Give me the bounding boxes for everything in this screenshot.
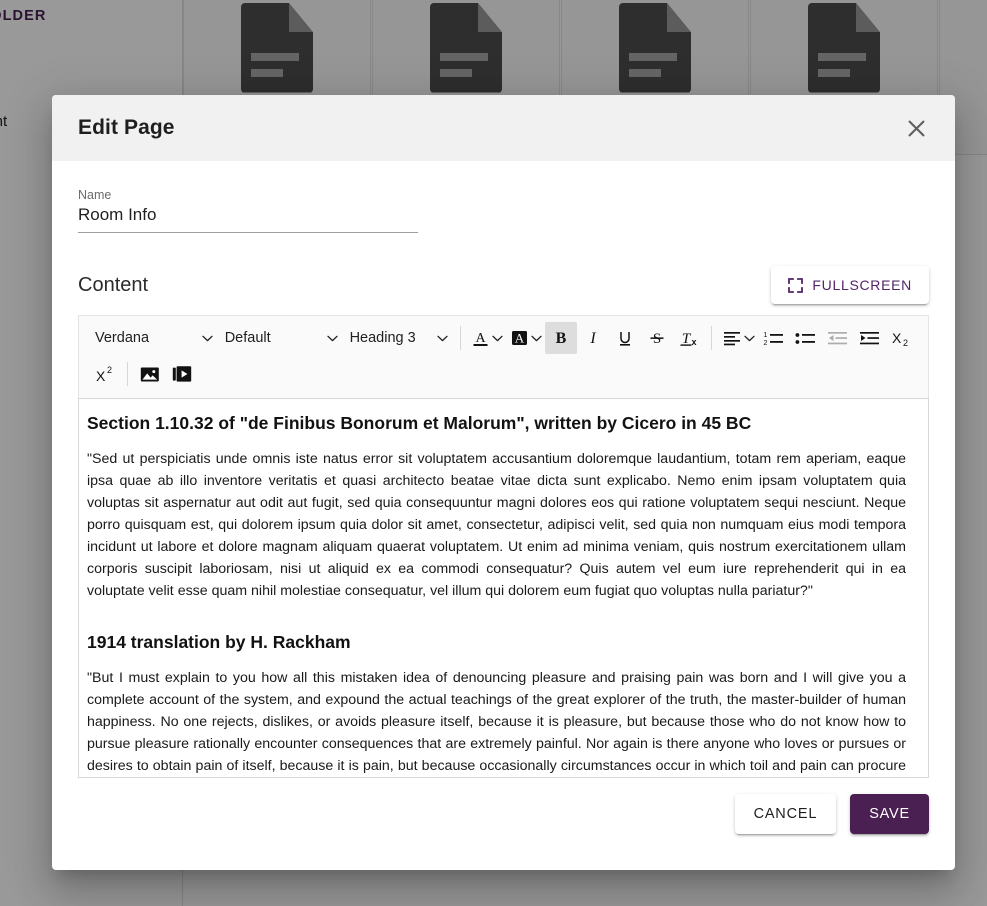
close-icon[interactable] [899,111,933,145]
chevron-down-icon [202,335,213,342]
strikethrough-button[interactable]: S [641,322,673,354]
toolbar-divider [127,362,128,386]
svg-text:A: A [475,331,486,346]
dialog-header: Edit Page [52,95,955,161]
font-family-value: Verdana [95,330,149,346]
font-size-value: Default [225,330,271,346]
superscript-icon: X 2 [95,365,116,384]
chevron-down-icon [744,335,755,342]
fullscreen-button[interactable]: FULLSCREEN [771,266,929,304]
remove-format-icon: T x [679,329,699,348]
editor-paragraph: "Sed ut perspiciatis unde omnis iste nat… [87,448,906,602]
italic-button[interactable]: I [577,322,609,354]
bold-icon: B [552,329,570,347]
italic-icon: I [584,329,602,347]
bullet-list-icon [795,331,816,346]
font-size-select[interactable]: Default [219,323,344,353]
svg-text:2: 2 [764,340,768,346]
svg-text:X: X [892,330,902,346]
svg-text:1: 1 [764,332,768,339]
name-input[interactable] [78,203,418,233]
block-style-value: Heading 3 [350,330,416,346]
svg-text:S: S [653,331,661,347]
bullet-list-button[interactable] [790,322,822,354]
strikethrough-icon: S [648,329,666,347]
media-icon [172,365,193,383]
svg-text:I: I [589,330,596,347]
insert-media-button[interactable] [166,358,198,390]
remove-format-button[interactable]: T x [673,322,705,354]
underline-icon [616,329,634,348]
text-color-button[interactable]: A [467,322,506,354]
subscript-icon: X 2 [891,329,912,348]
outdent-button[interactable] [822,322,854,354]
text-color-icon: A [472,329,489,348]
editor-content-area[interactable]: Section 1.10.32 of "de Finibus Bonorum e… [78,398,929,778]
svg-text:A: A [515,331,525,346]
fullscreen-icon [788,278,803,293]
content-section-header: Content FULLSCREEN [78,263,929,307]
save-button[interactable]: SAVE [850,794,929,834]
toolbar-row-secondary: X 2 [89,356,918,392]
svg-text:2: 2 [903,338,908,348]
editor-heading: 1914 translation by H. Rackham [87,632,906,654]
underline-button[interactable] [609,322,641,354]
chevron-down-icon [327,335,338,342]
align-button[interactable] [718,322,758,354]
image-icon [140,366,160,383]
editor-toolbar: Verdana Default Heading 3 [78,315,929,398]
indent-icon [860,331,880,346]
name-field-label: Name [78,187,418,203]
block-style-select[interactable]: Heading 3 [344,323,454,353]
editor-paragraph: "But I must explain to you how all this … [87,667,906,778]
content-label: Content [78,274,148,297]
ordered-list-button[interactable]: 1 2 [758,322,790,354]
dialog-footer: CANCEL SAVE [52,778,955,870]
insert-image-button[interactable] [134,358,166,390]
svg-text:X: X [96,368,106,384]
fullscreen-label: FULLSCREEN [812,277,912,293]
bold-button[interactable]: B [545,322,577,354]
svg-text:B: B [556,330,567,347]
ordered-list-icon: 1 2 [763,331,784,346]
name-field-group: Name [78,187,418,233]
chevron-down-icon [492,335,503,342]
rich-text-editor: Verdana Default Heading 3 [78,315,929,778]
highlight-color-icon: A [511,329,528,347]
chevron-down-icon [531,335,542,342]
editor-heading: Section 1.10.32 of "de Finibus Bonorum e… [87,413,906,435]
dialog-title: Edit Page [78,116,175,140]
align-left-icon [723,331,741,346]
toolbar-divider [460,326,461,350]
font-family-select[interactable]: Verdana [89,323,219,353]
outdent-icon [828,331,848,346]
subscript-button[interactable]: X 2 [886,322,918,354]
indent-button[interactable] [854,322,886,354]
chevron-down-icon [437,335,448,342]
svg-text:2: 2 [107,365,112,375]
highlight-color-button[interactable]: A [506,322,545,354]
toolbar-row-primary: Verdana Default Heading 3 [89,320,918,356]
superscript-button[interactable]: X 2 [89,358,121,390]
edit-page-dialog: Edit Page Name Content FULLSCREEN [52,95,955,870]
toolbar-divider [711,326,712,350]
svg-text:x: x [691,337,696,347]
cancel-button[interactable]: CANCEL [735,794,837,834]
dialog-body: Name Content FULLSCREEN Verda [52,161,955,778]
